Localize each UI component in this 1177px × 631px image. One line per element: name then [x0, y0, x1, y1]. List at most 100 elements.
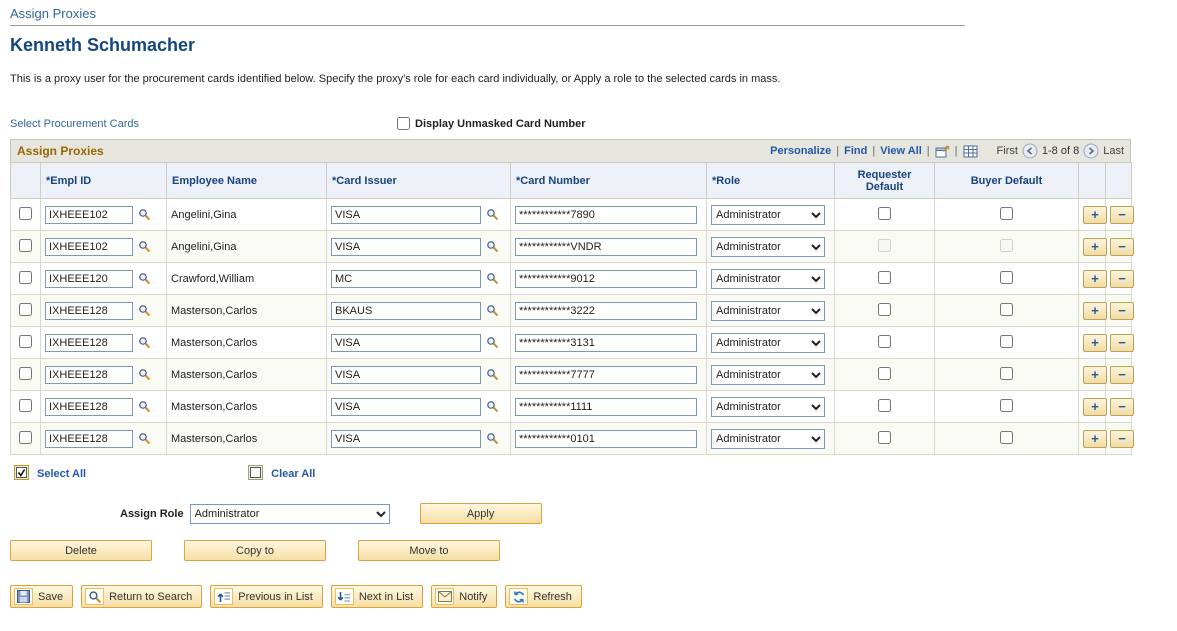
empl-id-input[interactable] [45, 366, 133, 384]
buyer-default-checkbox[interactable] [1000, 239, 1013, 252]
row-select-checkbox[interactable] [19, 207, 32, 220]
role-select[interactable]: Administrator [711, 205, 825, 225]
row-select-checkbox[interactable] [19, 271, 32, 284]
add-row-button[interactable]: + [1083, 366, 1107, 384]
buyer-default-checkbox[interactable] [1000, 207, 1013, 220]
card-issuer-input[interactable] [331, 430, 481, 448]
role-select[interactable]: Administrator [711, 301, 825, 321]
refresh-button[interactable]: Refresh [505, 585, 582, 608]
first-link[interactable]: First [997, 145, 1018, 157]
card-number-input[interactable] [515, 430, 697, 448]
role-select[interactable]: Administrator [711, 397, 825, 417]
lookup-icon[interactable] [486, 304, 499, 317]
previous-in-list-button[interactable]: Previous in List [210, 585, 323, 608]
personalize-link[interactable]: Personalize [770, 145, 831, 157]
card-number-input[interactable] [515, 302, 697, 320]
delete-row-button[interactable]: − [1110, 206, 1134, 224]
requester-default-checkbox[interactable] [878, 271, 891, 284]
lookup-icon[interactable] [486, 240, 499, 253]
requester-default-checkbox[interactable] [878, 207, 891, 220]
requester-default-checkbox[interactable] [878, 303, 891, 316]
select-procurement-cards-link[interactable]: Select Procurement Cards [10, 118, 139, 130]
popout-icon[interactable] [935, 145, 950, 158]
previous-page-icon[interactable] [1022, 143, 1038, 159]
lookup-icon[interactable] [486, 208, 499, 221]
lookup-icon[interactable] [486, 336, 499, 349]
delete-row-button[interactable]: − [1110, 238, 1134, 256]
buyer-default-checkbox[interactable] [1000, 271, 1013, 284]
return-to-search-button[interactable]: Return to Search [81, 585, 202, 608]
display-unmasked-checkbox[interactable] [397, 117, 410, 130]
row-select-checkbox[interactable] [19, 367, 32, 380]
view-all-link[interactable]: View All [880, 145, 922, 157]
empl-id-input[interactable] [45, 238, 133, 256]
copy-to-button[interactable]: Copy to [184, 540, 326, 561]
row-select-checkbox[interactable] [19, 335, 32, 348]
empl-id-input[interactable] [45, 302, 133, 320]
assign-role-select[interactable]: Administrator [190, 504, 390, 524]
empl-id-input[interactable] [45, 270, 133, 288]
lookup-icon[interactable] [138, 272, 151, 285]
download-icon[interactable] [963, 145, 978, 158]
lookup-icon[interactable] [486, 432, 499, 445]
card-number-input[interactable] [515, 206, 697, 224]
lookup-icon[interactable] [138, 240, 151, 253]
buyer-default-checkbox[interactable] [1000, 335, 1013, 348]
card-number-input[interactable] [515, 398, 697, 416]
card-issuer-input[interactable] [331, 302, 481, 320]
lookup-icon[interactable] [486, 368, 499, 381]
add-row-button[interactable]: + [1083, 206, 1107, 224]
empl-id-input[interactable] [45, 206, 133, 224]
buyer-default-checkbox[interactable] [1000, 431, 1013, 444]
requester-default-checkbox[interactable] [878, 335, 891, 348]
save-button[interactable]: Save [10, 585, 73, 608]
card-number-input[interactable] [515, 270, 697, 288]
card-issuer-input[interactable] [331, 334, 481, 352]
row-select-checkbox[interactable] [19, 431, 32, 444]
clear-all-control[interactable]: Clear All [248, 465, 315, 483]
lookup-icon[interactable] [486, 272, 499, 285]
buyer-default-checkbox[interactable] [1000, 303, 1013, 316]
empl-id-input[interactable] [45, 430, 133, 448]
card-number-input[interactable] [515, 366, 697, 384]
buyer-default-checkbox[interactable] [1000, 399, 1013, 412]
add-row-button[interactable]: + [1083, 302, 1107, 320]
find-link[interactable]: Find [844, 145, 867, 157]
role-select[interactable]: Administrator [711, 365, 825, 385]
delete-row-button[interactable]: − [1110, 430, 1134, 448]
lookup-icon[interactable] [138, 208, 151, 221]
add-row-button[interactable]: + [1083, 398, 1107, 416]
role-select[interactable]: Administrator [711, 269, 825, 289]
last-link[interactable]: Last [1103, 145, 1124, 157]
delete-row-button[interactable]: − [1110, 366, 1134, 384]
card-issuer-input[interactable] [331, 398, 481, 416]
add-row-button[interactable]: + [1083, 270, 1107, 288]
lookup-icon[interactable] [138, 304, 151, 317]
requester-default-checkbox[interactable] [878, 239, 891, 252]
empl-id-input[interactable] [45, 398, 133, 416]
card-issuer-input[interactable] [331, 238, 481, 256]
lookup-icon[interactable] [138, 400, 151, 413]
select-all-icon[interactable] [14, 465, 29, 483]
apply-button[interactable]: Apply [420, 503, 542, 524]
next-page-icon[interactable] [1083, 143, 1099, 159]
lookup-icon[interactable] [138, 368, 151, 381]
empl-id-input[interactable] [45, 334, 133, 352]
delete-row-button[interactable]: − [1110, 302, 1134, 320]
add-row-button[interactable]: + [1083, 430, 1107, 448]
role-select[interactable]: Administrator [711, 429, 825, 449]
add-row-button[interactable]: + [1083, 334, 1107, 352]
delete-row-button[interactable]: − [1110, 398, 1134, 416]
select-all-control[interactable]: Select All [14, 465, 86, 483]
clear-all-label[interactable]: Clear All [271, 468, 315, 480]
lookup-icon[interactable] [486, 400, 499, 413]
clear-all-icon[interactable] [248, 465, 263, 483]
role-select[interactable]: Administrator [711, 333, 825, 353]
card-issuer-input[interactable] [331, 366, 481, 384]
row-select-checkbox[interactable] [19, 239, 32, 252]
next-in-list-button[interactable]: Next in List [331, 585, 423, 608]
delete-row-button[interactable]: − [1110, 270, 1134, 288]
move-to-button[interactable]: Move to [358, 540, 500, 561]
requester-default-checkbox[interactable] [878, 431, 891, 444]
requester-default-checkbox[interactable] [878, 367, 891, 380]
